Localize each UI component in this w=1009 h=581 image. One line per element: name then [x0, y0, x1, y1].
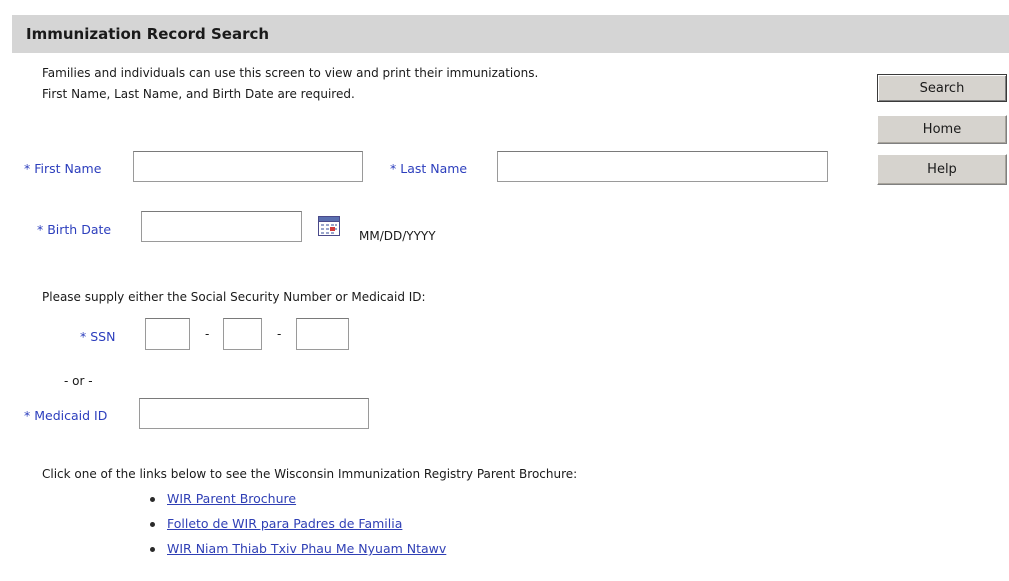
wir-niam-thiab-link[interactable]: WIR Niam Thiab Txiv Phau Me Nyuam Ntawv	[167, 541, 446, 556]
ssn-part1-input[interactable]	[145, 318, 190, 350]
ssn-part3-input[interactable]	[296, 318, 349, 350]
or-text: - or -	[64, 374, 93, 388]
last-name-label: * Last Name	[390, 161, 468, 176]
ssn-label: * SSN	[80, 329, 116, 344]
birth-date-format-hint: MM/DD/YYYY	[359, 229, 436, 243]
folleto-wir-link[interactable]: Folleto de WIR para Padres de Familia	[167, 516, 402, 531]
bullet-icon	[150, 497, 155, 502]
bullet-icon	[150, 547, 155, 552]
birth-date-input[interactable]	[141, 211, 302, 242]
page-title: Immunization Record Search	[26, 25, 270, 43]
help-button[interactable]: Help	[877, 154, 1007, 185]
first-name-label: * First Name	[24, 161, 102, 176]
calendar-icon[interactable]	[318, 216, 340, 236]
ssn-prompt: Please supply either the Social Security…	[42, 290, 426, 304]
list-item: WIR Parent Brochure	[150, 491, 446, 516]
birth-date-label: * Birth Date	[37, 222, 112, 237]
ssn-part2-input[interactable]	[223, 318, 262, 350]
intro-line-1: Families and individuals can use this sc…	[42, 66, 539, 80]
ssn-separator-2: -	[277, 327, 282, 341]
search-button[interactable]: Search	[877, 74, 1007, 102]
page-header: Immunization Record Search	[12, 15, 1009, 53]
brochure-link-list: WIR Parent Brochure Folleto de WIR para …	[150, 491, 446, 566]
intro-line-2: First Name, Last Name, and Birth Date ar…	[42, 87, 355, 101]
list-item: Folleto de WIR para Padres de Familia	[150, 516, 446, 541]
list-item: WIR Niam Thiab Txiv Phau Me Nyuam Ntawv	[150, 541, 446, 566]
last-name-input[interactable]	[497, 151, 828, 182]
medicaid-id-label: * Medicaid ID	[24, 408, 108, 423]
bullet-icon	[150, 522, 155, 527]
ssn-separator-1: -	[205, 327, 210, 341]
medicaid-id-input[interactable]	[139, 398, 369, 429]
wir-parent-brochure-link[interactable]: WIR Parent Brochure	[167, 491, 296, 506]
home-button[interactable]: Home	[877, 115, 1007, 144]
first-name-input[interactable]	[133, 151, 363, 182]
brochure-prompt: Click one of the links below to see the …	[42, 467, 578, 481]
